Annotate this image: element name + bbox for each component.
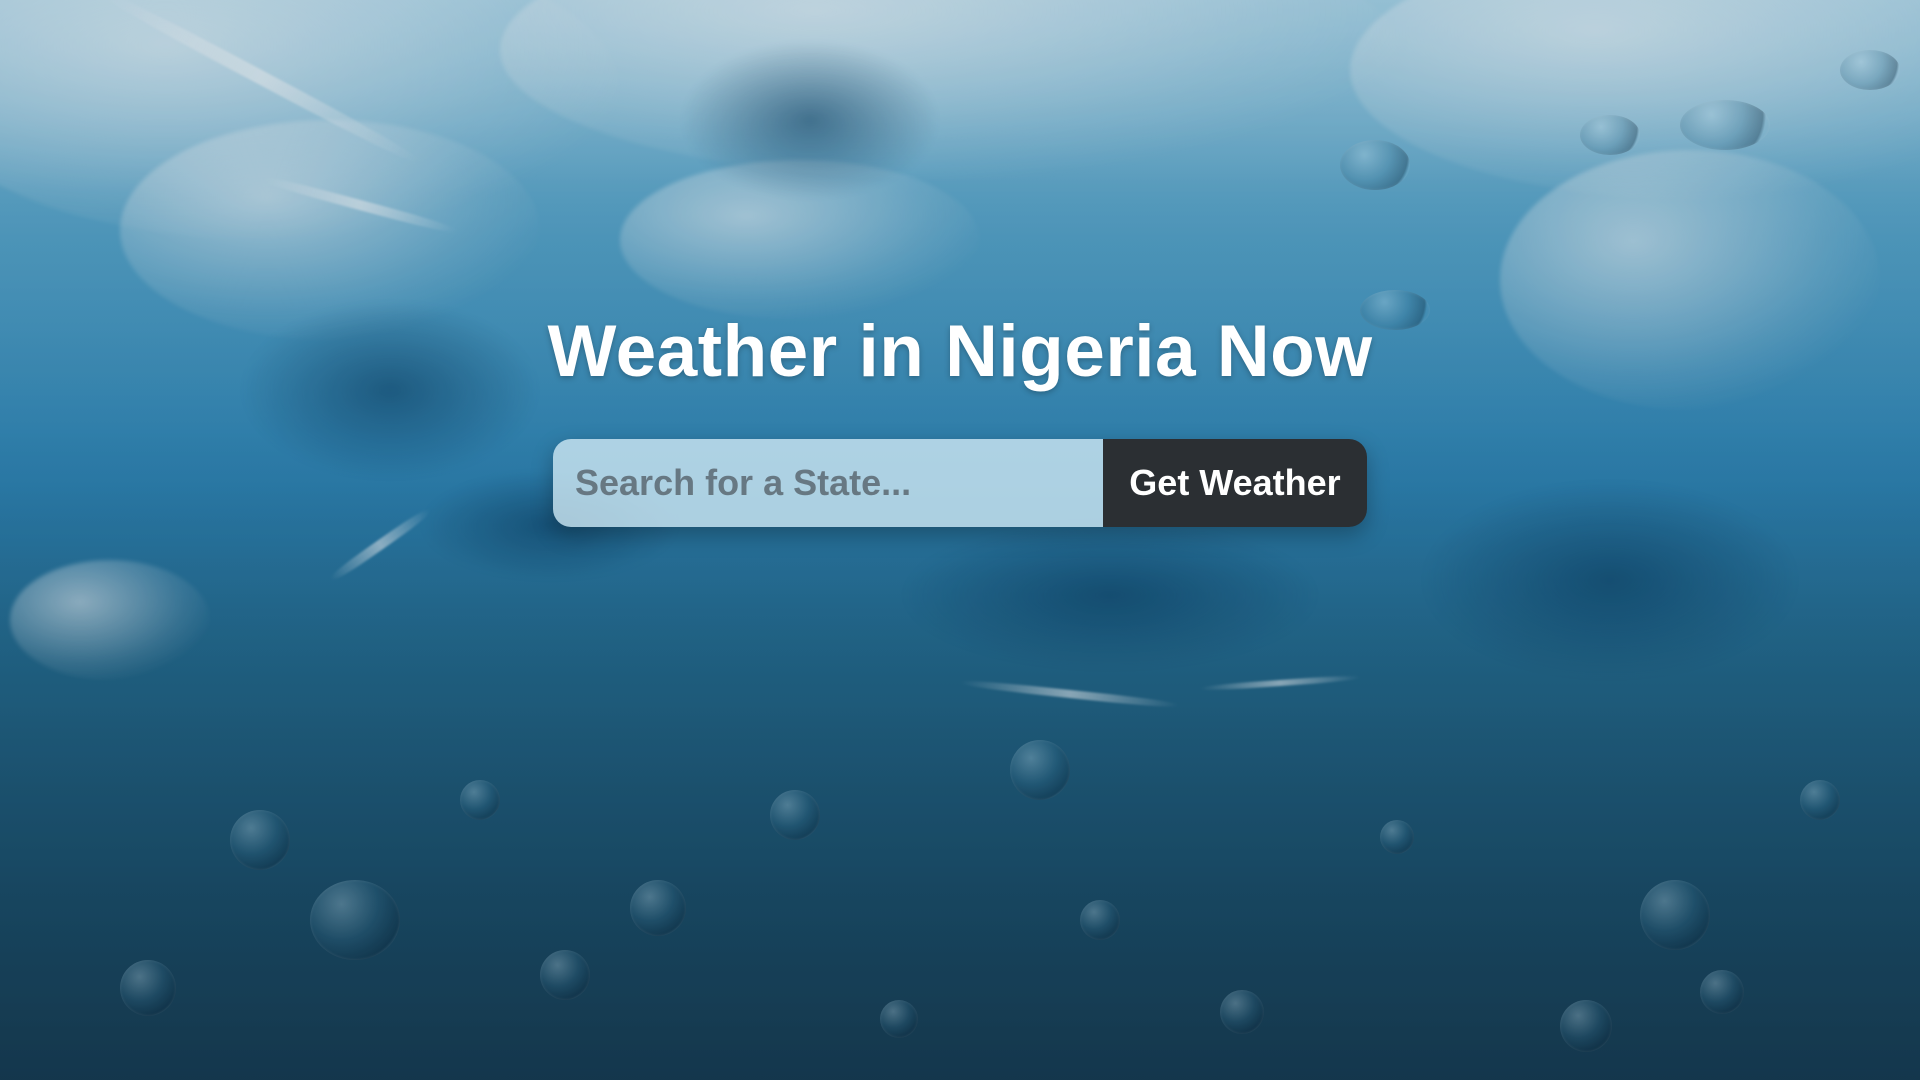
page-title: Weather in Nigeria Now bbox=[547, 311, 1373, 392]
main-content: Weather in Nigeria Now Get Weather bbox=[0, 0, 1920, 1080]
page-background: Weather in Nigeria Now Get Weather bbox=[0, 0, 1920, 1080]
search-form: Get Weather bbox=[553, 439, 1367, 527]
state-search-input[interactable] bbox=[553, 439, 1103, 527]
get-weather-button[interactable]: Get Weather bbox=[1103, 439, 1367, 527]
